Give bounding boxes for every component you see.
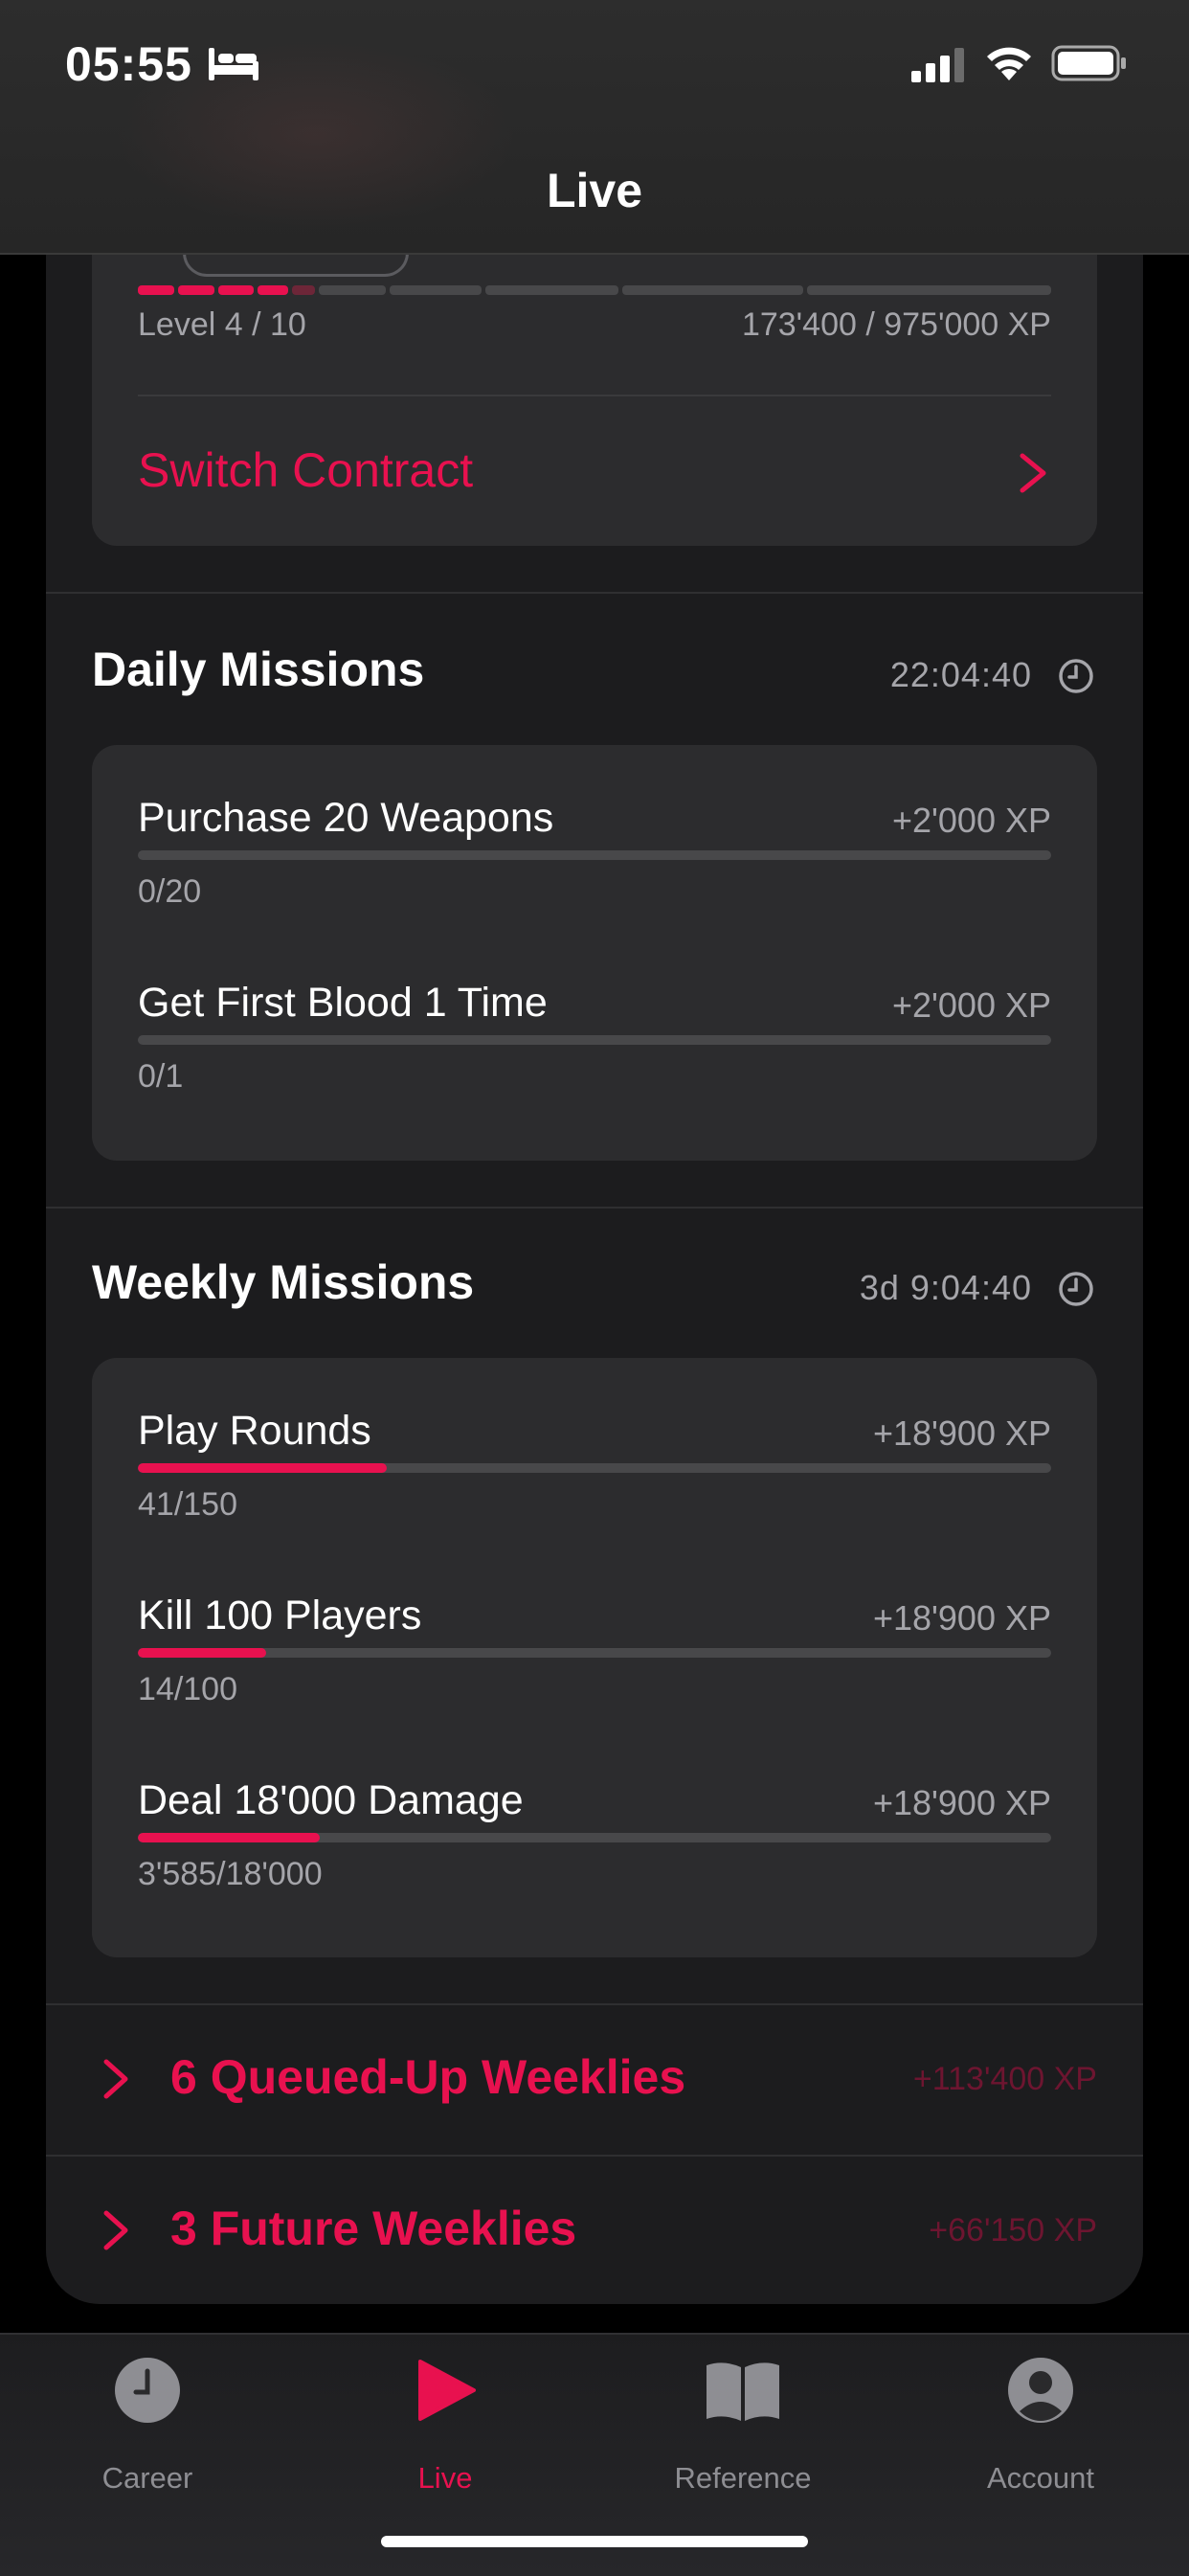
contract-card: Level 4 / 10 173'400 / 975'000 XP Switch… [92,253,1097,546]
future-weeklies-label: 3 Future Weeklies [170,2202,577,2255]
navigation-header: 05:55 Live [0,0,1189,255]
mission-progress-text: 0/20 [138,873,202,910]
mission-xp: +2'000 XP [891,985,1051,1025]
mission-xp: +18'900 XP [872,1413,1051,1453]
mission-progress-fill [138,1463,388,1473]
section-divider [46,1207,1143,1209]
level-text: Level 4 / 10 [138,306,306,343]
play-icon [418,2360,476,2421]
tab-label: Account [986,2461,1094,2495]
mission-row: Deal 18'000 Damage +18'900 XP 3'585/18'0… [138,1777,1051,1921]
mission-row: Play Rounds +18'900 XP 41/150 [138,1408,1051,1551]
mission-title: Deal 18'000 Damage [138,1777,524,1823]
mission-progress-bar [138,1463,1051,1473]
tab-label: Career [101,2461,193,2495]
queued-weeklies-label: 6 Queued-Up Weeklies [170,2050,686,2104]
mission-progress-text: 41/150 [138,1486,237,1523]
mission-progress-bar [138,1833,1051,1842]
queued-weeklies-row[interactable]: 6 Queued-Up Weeklies +113'400 XP [46,2005,1143,2155]
mission-xp: +2'000 XP [891,801,1051,840]
tab-account[interactable]: Account [926,2356,1155,2499]
status-time: 05:55 [65,37,192,91]
tab-label: Reference [674,2461,812,2495]
weekly-missions-card: Play Rounds +18'900 XP 41/150 Kill 100 P… [92,1358,1097,1957]
queued-weeklies-xp: +113'400 XP [912,2061,1097,2097]
mission-title: Kill 100 Players [138,1593,422,1638]
mission-progress-fill [138,1648,266,1658]
level-info: Level 4 / 10 173'400 / 975'000 XP [138,306,1051,354]
mission-title: Play Rounds [138,1408,371,1454]
mission-row: Kill 100 Players +18'900 XP 14/100 [138,1593,1051,1736]
mission-progress-bar [138,850,1051,860]
chevron-right-icon [1020,453,1046,493]
person-circle-icon [1008,2358,1073,2423]
clock-icon [1059,1272,1093,1306]
daily-missions-card: Purchase 20 Weapons +2'000 XP 0/20 Get F… [92,745,1097,1161]
weekly-missions-title: Weekly Missions [92,1255,475,1309]
daily-missions-title: Daily Missions [92,643,425,696]
clock-icon [1059,659,1093,693]
level-progress-bar [138,285,1051,295]
section-divider [46,592,1143,594]
page-title: Live [546,164,643,217]
tab-career[interactable]: Career [33,2356,262,2499]
mission-title: Get First Blood 1 Time [138,980,548,1026]
daily-timer: 22:04:40 [889,655,1032,694]
weekly-timer: 3d 9:04:40 [859,1268,1032,1307]
mission-xp: +18'900 XP [872,1598,1051,1638]
sleep-bed-icon [209,48,258,80]
mission-row: Purchase 20 Weapons +2'000 XP 0/20 [138,795,1051,938]
chevron-right-icon [103,2210,128,2250]
divider [138,395,1051,396]
clock-icon [115,2358,180,2423]
mission-progress-fill [138,1833,320,1842]
wifi-icon [987,47,1031,80]
future-weeklies-row[interactable]: 3 Future Weeklies +66'150 XP [46,2157,1143,2306]
mission-progress-text: 14/100 [138,1671,237,1707]
tab-live[interactable]: Live [330,2356,560,2499]
mission-progress-bar [138,1648,1051,1658]
cellular-signal-icon [911,48,964,82]
switch-contract-button[interactable]: Switch Contract [138,442,1051,509]
live-content: Level 4 / 10 173'400 / 975'000 XP Switch… [46,253,1143,2304]
home-indicator[interactable] [381,2536,808,2547]
chevron-right-icon [103,2059,128,2099]
mission-row: Get First Blood 1 Time +2'000 XP 0/1 [138,980,1051,1123]
contract-xp-text: 173'400 / 975'000 XP [741,306,1051,343]
mission-xp: +18'900 XP [872,1783,1051,1822]
contract-agent-image [183,253,409,277]
book-icon [707,2362,779,2421]
switch-contract-label: Switch Contract [138,443,474,497]
mission-progress-text: 0/1 [138,1058,184,1095]
mission-title: Purchase 20 Weapons [138,795,554,841]
battery-icon [1051,45,1126,81]
future-weeklies-xp: +66'150 XP [929,2212,1097,2248]
mission-progress-bar [138,1035,1051,1045]
tab-reference[interactable]: Reference [628,2356,858,2499]
tab-label: Live [417,2461,473,2495]
mission-progress-text: 3'585/18'000 [138,1856,323,1892]
